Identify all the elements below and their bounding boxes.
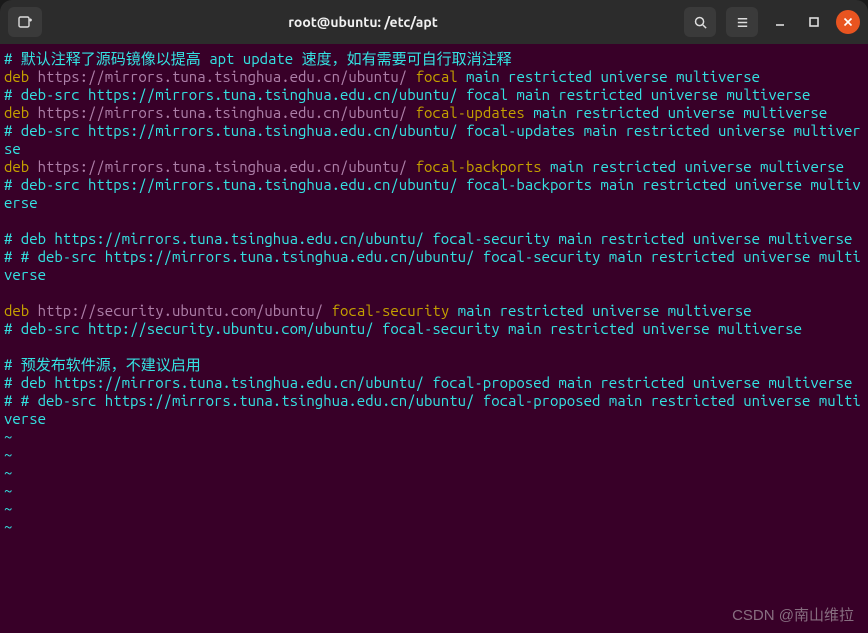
window-title: root@ubuntu: /etc/apt xyxy=(50,14,676,30)
hamburger-icon xyxy=(735,15,750,30)
search-icon xyxy=(693,15,708,30)
menu-button[interactable] xyxy=(726,7,758,37)
new-tab-button[interactable] xyxy=(8,7,42,37)
titlebar: root@ubuntu: /etc/apt xyxy=(0,0,868,44)
minimize-icon xyxy=(774,16,786,28)
titlebar-right xyxy=(684,7,860,37)
maximize-button[interactable] xyxy=(802,10,826,34)
close-button[interactable] xyxy=(836,10,860,34)
close-icon xyxy=(843,17,853,27)
watermark: CSDN @南山维拉 xyxy=(732,607,854,625)
new-tab-icon xyxy=(17,14,33,30)
search-button[interactable] xyxy=(684,7,716,37)
maximize-icon xyxy=(808,16,820,28)
minimize-button[interactable] xyxy=(768,10,792,34)
titlebar-left xyxy=(8,7,42,37)
editor-content: # 默认注释了源码镜像以提高 apt update 速度，如有需要可自行取消注释… xyxy=(4,50,864,536)
terminal-body[interactable]: # 默认注释了源码镜像以提高 apt update 速度，如有需要可自行取消注释… xyxy=(0,44,868,633)
